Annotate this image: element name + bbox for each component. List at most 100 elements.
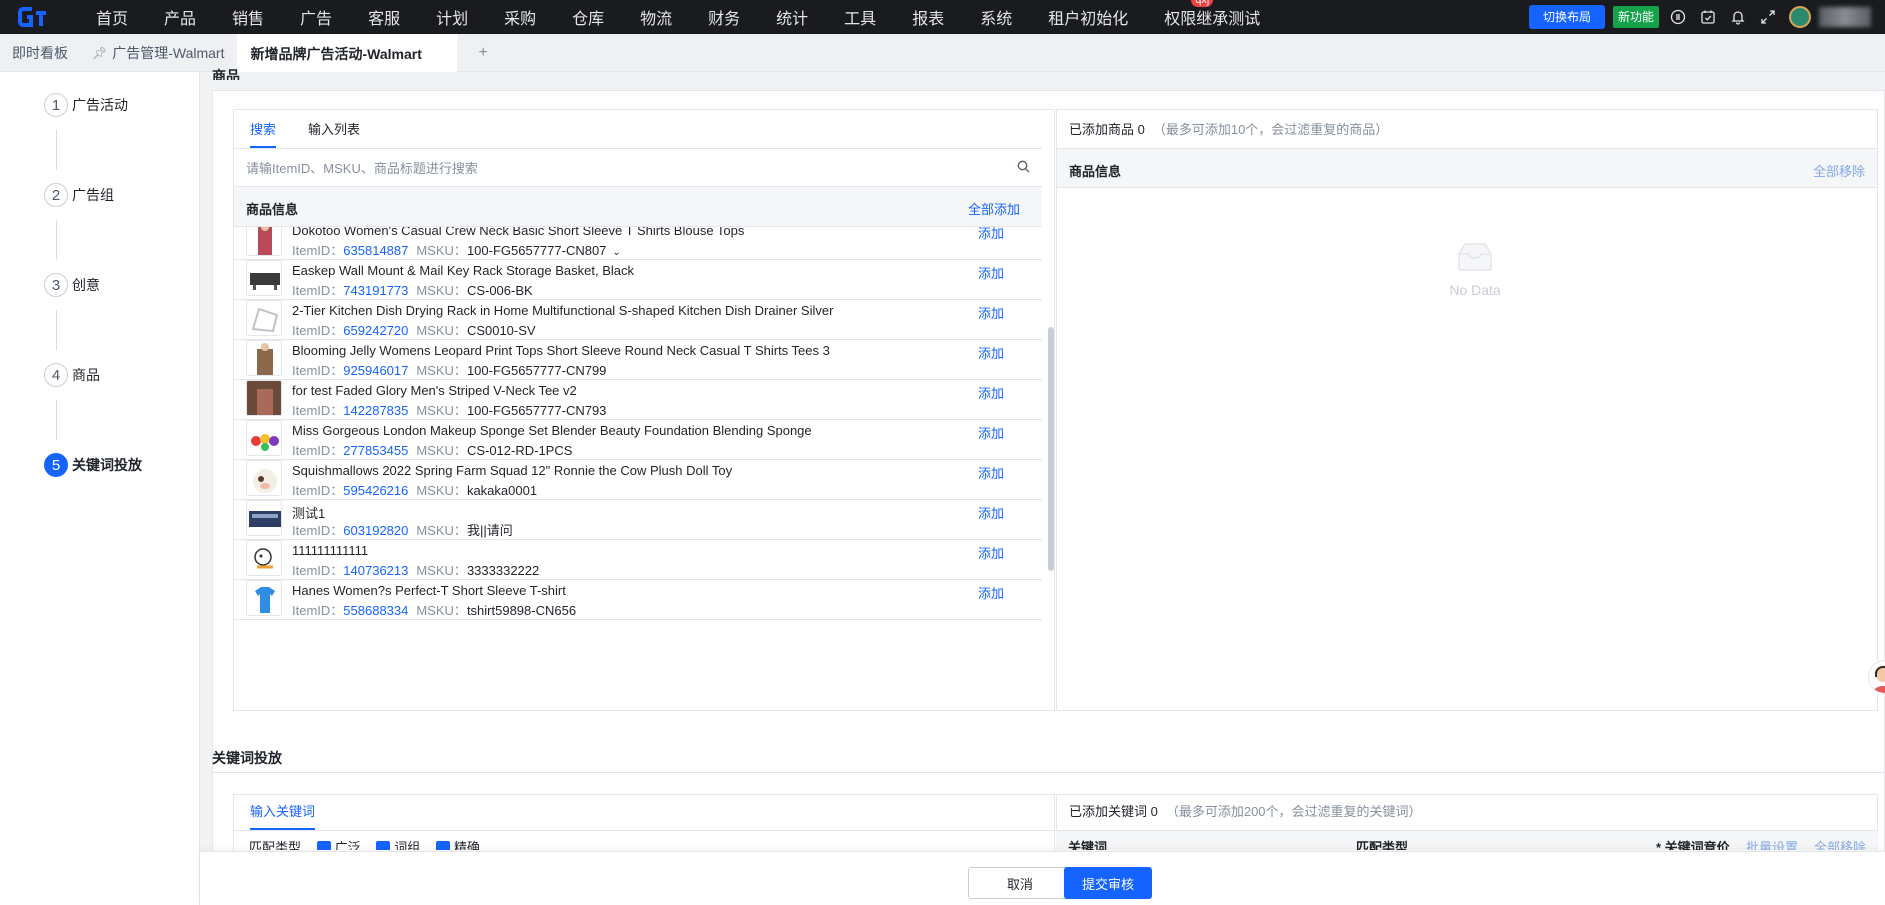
nav-menu-label: 系统 (980, 11, 1013, 28)
remove-all-keywords-link[interactable]: 全部移除 (1814, 840, 1866, 850)
product-search-input[interactable] (246, 158, 1006, 178)
bell-icon[interactable] (1729, 8, 1747, 26)
itemid-link[interactable]: 140736213 (343, 563, 408, 578)
batch-set-link[interactable]: 批量设置 (1746, 840, 1798, 850)
phrase-label: 词组 (394, 840, 421, 850)
nav-menu-item[interactable]: 系统 (980, 5, 1012, 29)
step-number: 5 (44, 453, 68, 477)
step-creative[interactable]: 3 创意 (44, 273, 100, 297)
search-icon[interactable] (1017, 160, 1030, 176)
empty-state: No Data (1430, 230, 1520, 298)
nav-menu-item[interactable]: 报表 (912, 5, 944, 29)
product-meta: ItemID：142287835 MSKU：100-FG5657777-CN793 (292, 400, 606, 419)
match-type-column-header: 匹配类型 (1356, 840, 1409, 850)
msku-value: 3333332222 (466, 563, 540, 578)
msku-label: MSKU： (416, 363, 467, 378)
tab-label: 新增品牌广告活动-Walmart (250, 45, 422, 62)
exact-checkbox[interactable] (435, 841, 450, 850)
nav-menu-item[interactable]: 产品 (164, 5, 196, 29)
nav-menu-item[interactable]: 物流 (640, 5, 672, 29)
calendar-check-icon[interactable] (1699, 8, 1717, 26)
step-connector (56, 220, 57, 260)
msku-label: MSKU： (416, 243, 467, 258)
username-blurred[interactable] (1819, 7, 1871, 27)
app-logo[interactable] (0, 0, 60, 34)
phrase-checkbox[interactable] (376, 841, 391, 850)
itemid-link[interactable]: 142287835 (343, 403, 408, 418)
nav-menu-item[interactable]: 统计 (776, 5, 808, 29)
remove-all-button[interactable]: 全部移除 (1813, 161, 1865, 180)
step-campaign[interactable]: 1 广告活动 (44, 93, 128, 117)
step-ad-group[interactable]: 2 广告组 (44, 183, 114, 207)
fullscreen-icon[interactable] (1759, 8, 1777, 26)
scrollbar-thumb[interactable] (1048, 327, 1054, 571)
added-products-count: 已添加商品 0 (1069, 122, 1145, 137)
product-title: Miss Gorgeous London Makeup Sponge Set B… (292, 423, 812, 438)
new-feature-button[interactable]: 新功能 (1612, 6, 1659, 28)
itemid-link[interactable]: 277853455 (343, 443, 408, 458)
nav-menu-item[interactable]: 销售 (232, 5, 264, 29)
itemid-label: ItemID： (292, 523, 344, 538)
add-product-button[interactable]: 添加 (978, 227, 1004, 242)
submit-review-button[interactable]: 提交审核 (1064, 867, 1152, 899)
add-product-button[interactable]: 添加 (978, 263, 1004, 282)
switch-layout-button[interactable]: 切换布局 (1528, 5, 1605, 29)
add-all-button[interactable]: 全部添加 (968, 199, 1020, 218)
itemid-link[interactable]: 558688334 (343, 603, 408, 618)
added-keywords-summary: 已添加关键词 0 （最多可添加200个，会过滤重复的关键词） (1069, 794, 1422, 830)
itemid-link[interactable]: 743191773 (343, 283, 408, 298)
nav-menu-label: 产品 (164, 11, 197, 28)
nav-menu-item[interactable]: 广告 (300, 5, 332, 29)
cancel-button[interactable]: 取消 (968, 867, 1072, 899)
tab-input-list[interactable]: 输入列表 (308, 112, 360, 148)
add-product-button[interactable]: 添加 (978, 423, 1004, 442)
info-circle-icon[interactable] (1669, 8, 1687, 26)
product-meta: ItemID：635814887 MSKU：100-FG5657777-CN807… (292, 240, 621, 259)
nav-menu-item[interactable]: 租户初始化 (1048, 5, 1128, 29)
chevron-down-icon[interactable]: ⌄ (612, 247, 620, 258)
tab-label: 广告管理-Walmart (112, 44, 225, 61)
tab-dashboard[interactable]: 即时看板 (0, 34, 80, 72)
add-product-button[interactable]: 添加 (978, 543, 1004, 562)
add-product-button[interactable]: 添加 (978, 343, 1004, 362)
itemid-link[interactable]: 595426216 (343, 483, 408, 498)
broad-checkbox[interactable] (316, 841, 331, 850)
itemid-link[interactable]: 635814887 (343, 243, 408, 258)
nav-menu-label: 工具 (844, 11, 877, 28)
nav-menu-item[interactable]: 财务 (708, 5, 740, 29)
nav-menu-item[interactable]: 权限继承测试 qxj (1164, 0, 1260, 29)
tab-search[interactable]: 搜索 (250, 112, 277, 148)
main-menu: 首页 产品 销售 广告 客服 计划 采购 仓库 物流 财务 统计 工具 报表 系统 租户初始化 权限继承测试 q… (60, 0, 1260, 34)
msku-value: 100-FG5657777-CN799 (466, 363, 607, 378)
tab-new-brand-campaign[interactable]: 新增品牌广告活动-Walmart (236, 33, 457, 72)
step-keyword-targeting[interactable]: 5 关键词投放 (44, 453, 142, 477)
add-product-button[interactable]: 添加 (978, 503, 1004, 522)
nav-menu-item[interactable]: 首页 (96, 5, 128, 29)
tab-input-keywords[interactable]: 输入关键词 (250, 794, 316, 830)
nav-menu-label: 客服 (368, 11, 401, 28)
itemid-link[interactable]: 603192820 (343, 523, 408, 538)
step-products[interactable]: 4 商品 (44, 363, 100, 387)
step-connector (56, 130, 57, 170)
user-avatar[interactable] (1789, 6, 1811, 28)
nav-menu-item[interactable]: 计划 (436, 5, 468, 29)
add-product-button[interactable]: 添加 (978, 463, 1004, 482)
nav-menu-label: 仓库 (572, 11, 605, 28)
product-meta: ItemID：659242720 MSKU：CS0010-SV (292, 320, 536, 339)
itemid-link[interactable]: 659242720 (343, 323, 408, 338)
nav-menu-item[interactable]: 采购 (504, 5, 536, 29)
itemid-link[interactable]: 925946017 (343, 363, 408, 378)
product-title: Dokotoo Women's Casual Crew Neck Basic S… (292, 227, 745, 238)
step-label: 关键词投放 (72, 457, 142, 473)
nav-menu-item[interactable]: 工具 (844, 5, 876, 29)
add-tab-button[interactable]: + (479, 44, 488, 62)
step-label: 广告组 (72, 187, 114, 203)
product-list-scrollbar[interactable] (1048, 227, 1054, 711)
add-product-button[interactable]: 添加 (978, 583, 1004, 602)
nav-menu-item[interactable]: 客服 (368, 5, 400, 29)
pin-icon[interactable]: 📌︎ (92, 46, 107, 60)
msku-value: CS-012-RD-1PCS (466, 443, 573, 458)
add-product-button[interactable]: 添加 (978, 383, 1004, 402)
add-product-button[interactable]: 添加 (978, 303, 1004, 322)
nav-menu-item[interactable]: 仓库 (572, 5, 604, 29)
